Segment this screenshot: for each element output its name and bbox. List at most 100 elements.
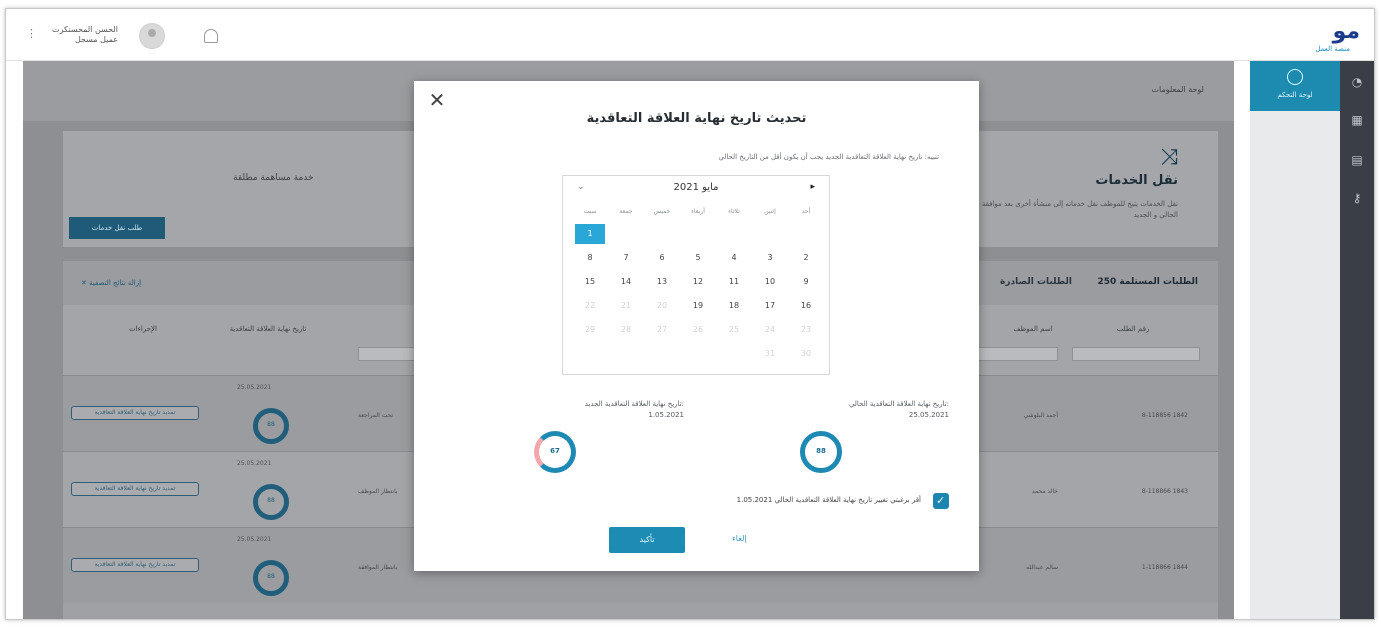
shuffle-icon: ⤨ [1160,145,1178,170]
progress-ring: 88 [253,484,289,520]
header-employee: اسم الموظف [1013,325,1053,333]
calendar-day[interactable]: 3 [755,248,785,268]
nav-item-dashboard[interactable]: لوحة التحكم [1250,61,1340,111]
clear-filters-label: إزالة نتائج التصفية [89,279,142,287]
confirm-button[interactable]: تأكيد [609,527,685,553]
row-status: بانتظار الموظف [358,488,398,495]
app-window: مو منصة العمل ⋮ الحسن المحسنكرت عميل مسج… [5,8,1375,620]
calendar-day[interactable]: 11 [719,272,749,292]
tab-sent[interactable]: الطلبات الصادرة [1000,277,1072,287]
clear-filters-link[interactable]: ✕ إزالة نتائج التصفية [81,279,141,287]
calendar-weekday: خميس [653,208,671,215]
next-month-button[interactable]: ▸ [810,182,815,192]
calendar-day[interactable]: 9 [791,272,821,292]
calendar-day[interactable]: 18 [719,296,749,316]
cancel-button[interactable]: إلغاء [732,534,747,543]
grid-icon[interactable]: ▦ [1349,113,1365,127]
new-end-date-value: 1.05.2021 [648,411,684,419]
calendar-day[interactable]: 29 [575,320,605,340]
document-icon[interactable]: ▤ [1349,153,1365,167]
calendar-day[interactable]: 16 [791,296,821,316]
calendar-weekday: جمعة [619,208,633,215]
row-employee: أحمد البلوشي [1023,412,1058,419]
card-note: خدمة مساهمة مطلقة [233,173,314,183]
key-icon[interactable]: ⚷ [1349,191,1365,205]
current-end-date-label: تاريخ نهاية العلاقة التعاقدية الحالي: [848,400,949,408]
logo-mark: مو [1332,19,1361,44]
new-end-date-block: تاريخ نهاية العلاقة التعاقدية الجديد: 1.… [504,399,684,421]
calendar-day[interactable]: 31 [755,344,785,364]
calendar-day[interactable]: 2 [791,248,821,268]
ring-value: 88 [267,497,275,504]
calendar-day[interactable]: 1 [575,224,605,244]
new-ring-value: 67 [550,447,560,455]
calendar-day[interactable]: 13 [647,272,677,292]
calendar-day[interactable]: 21 [611,296,641,316]
row-request-id[interactable]: 8-118866 1843 [1142,488,1188,495]
row-end-date: 25.05.2021 [237,536,272,543]
progress-ring: 88 [253,560,289,596]
calendar-day[interactable]: 15 [575,272,605,292]
calendar-day[interactable]: 6 [647,248,677,268]
logo-subtitle: منصة العمل [1315,45,1350,53]
avatar[interactable] [139,23,165,49]
modal-note: تنبيه: تاريخ نهاية العلاقة التعاقدية الج… [718,153,939,161]
row-request-id[interactable]: 1-118866 1844 [1142,564,1188,571]
bell-icon[interactable] [204,29,218,43]
extend-date-button[interactable]: تمديد تاريخ نهاية العلاقة التعاقدية [71,482,199,496]
calendar-day[interactable]: 17 [755,296,785,316]
nav-item-label: لوحة التحكم [1277,91,1313,99]
calendar-day[interactable]: 5 [683,248,713,268]
calendar-day[interactable]: 30 [791,344,821,364]
calendar-day[interactable]: 12 [683,272,713,292]
breadcrumb[interactable]: لوحة المعلومات [1151,85,1204,94]
calendar-weekday: أحد [801,208,811,215]
ring-value: 88 [267,421,275,428]
row-status: تحت المراجعة [358,412,394,419]
calendar-day[interactable]: 8 [575,248,605,268]
header-request-id: رقم الطلب [1116,325,1150,333]
modal-title: تحديث تاريخ نهاية العلاقة التعاقدية [586,111,807,126]
extend-date-button[interactable]: تمديد تاريخ نهاية العلاقة التعاقدية [71,558,199,572]
calendar-day[interactable]: 28 [611,320,641,340]
more-icon[interactable]: ⋮ [26,27,37,40]
calendar-day[interactable]: 27 [647,320,677,340]
date-picker[interactable]: ⌄ مايو 2021 ▸ أحد إثنين ثلاثاء أربعاء خميس جم… [562,175,830,375]
calendar-weekday: سبت [583,208,597,215]
calendar-day[interactable]: 14 [611,272,641,292]
request-transfer-button[interactable]: طلب نقل خدمات [69,217,165,239]
filter-request-id[interactable] [1072,347,1200,361]
calendar-day[interactable]: 10 [755,272,785,292]
dashboard-icon[interactable]: ◔ [1349,75,1365,89]
side-nav: لوحة التحكم [1250,61,1340,619]
header-end-date: تاريخ نهاية العلاقة التعاقدية [229,325,307,333]
current-progress-ring: 88 [800,431,842,473]
close-icon[interactable]: ✕ [426,89,448,111]
calendar-day[interactable]: 26 [683,320,713,340]
filter-status-select[interactable] [358,347,418,361]
calendar-day[interactable]: 19 [683,296,713,316]
user-name: الحسن المحسنكرت [52,25,118,34]
calendar-day[interactable]: 25 [719,320,749,340]
user-name-block: الحسن المحسنكرت عميل مسجل [38,25,118,45]
calendar-day[interactable]: 22 [575,296,605,316]
calendar-weekday: أربعاء [691,208,705,215]
top-bar: مو منصة العمل ⋮ الحسن المحسنكرت عميل مسج… [6,9,1374,61]
row-request-id[interactable]: 8-118856 1842 [1142,412,1188,419]
calendar-day[interactable]: 20 [647,296,677,316]
logo[interactable]: مو منصة العمل [1280,19,1361,53]
new-progress-ring: 67 [534,431,576,473]
calendar-day[interactable]: 23 [791,320,821,340]
calendar-weekday: إثنين [764,208,776,215]
extend-date-button[interactable]: تمديد تاريخ نهاية العلاقة التعاقدية [71,406,199,420]
calendar-month[interactable]: مايو 2021 [563,182,829,193]
row-employee: سالم عبدالله [1026,564,1058,571]
tab-received[interactable]: الطلبات المستلمة 250 [1097,277,1198,287]
agreement-checkbox[interactable] [933,493,949,509]
row-employee: خالد محمد [1031,488,1058,495]
calendar-day[interactable]: 7 [611,248,641,268]
calendar-header: ⌄ مايو 2021 ▸ [563,182,829,200]
calendar-day[interactable]: 4 [719,248,749,268]
calendar-weekday: ثلاثاء [728,208,740,215]
calendar-day[interactable]: 24 [755,320,785,340]
